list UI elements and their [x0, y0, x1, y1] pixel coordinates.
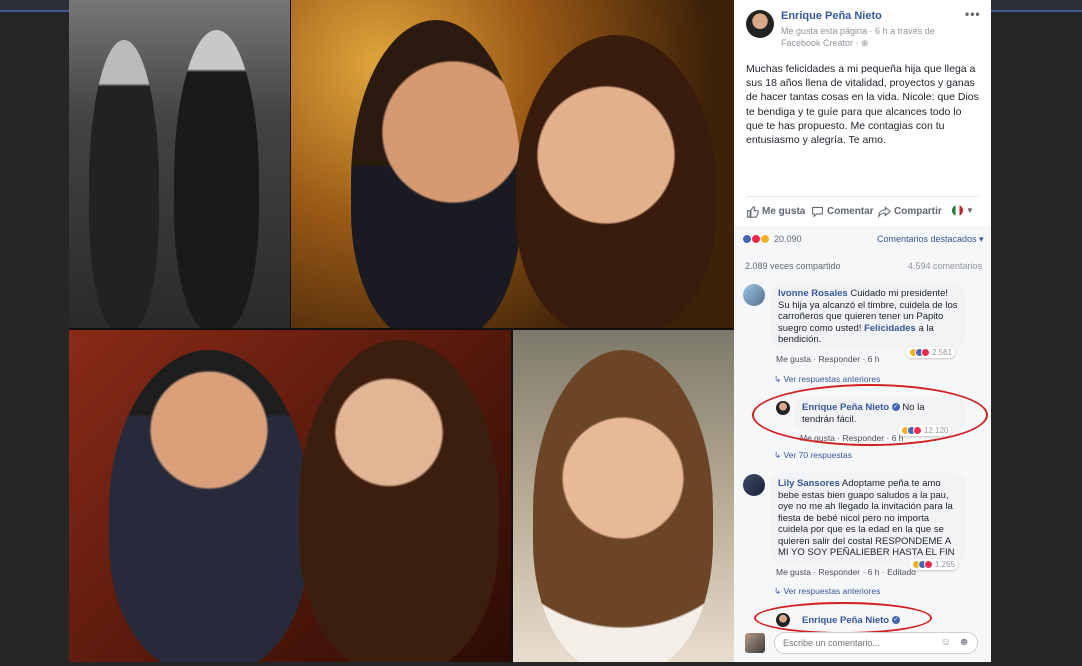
reactions-summary[interactable]: 20.090 — [742, 234, 802, 244]
page-name[interactable]: Enrique Peña Nieto — [781, 10, 882, 22]
comment-reply-link[interactable]: Responder — [819, 354, 861, 364]
comment-author[interactable]: Ivonne Rosales — [778, 288, 848, 299]
comment-meta: Me gusta · Responder · 6 h — [776, 354, 880, 364]
post-header: Enrique Peña Nieto Me gusta esta página … — [734, 0, 991, 52]
comments-count[interactable]: 4.594 comentarios — [908, 261, 982, 271]
comment-like-link[interactable]: Me gusta — [776, 354, 811, 364]
love-reaction-icon — [921, 348, 930, 357]
share-label: Compartir — [894, 206, 942, 217]
comment-time: 6 h — [867, 567, 880, 577]
chevron-down-icon: ▼ — [966, 206, 974, 215]
comment-reactions-count: 1.265 — [935, 560, 956, 569]
photo-daughter-portrait[interactable] — [513, 330, 734, 662]
view-previous-replies-label: Ver respuestas anteriores — [783, 586, 881, 596]
comment-like-link[interactable]: Me gusta — [776, 567, 811, 577]
ellipsis-icon[interactable]: ••• — [965, 7, 981, 21]
photo-collage[interactable] — [69, 0, 734, 662]
share-icon — [878, 206, 891, 218]
post-text: Muchas felicidades a mi pequeña hija que… — [746, 63, 979, 147]
post-meta-text[interactable]: Me gusta esta página · 6 h a través de F… — [781, 26, 935, 48]
red-circle-annotation — [752, 384, 988, 446]
post-panel: Enrique Peña Nieto Me gusta esta página … — [734, 0, 991, 662]
shares-count[interactable]: 2.089 veces compartido — [745, 261, 841, 271]
photo-black-white-couple-walking[interactable] — [69, 0, 290, 328]
comment-bubble: Lily Sansores Adoptame peña te amo bebe … — [770, 473, 966, 565]
comment-reactions[interactable]: 1.265 — [909, 559, 959, 570]
globe-icon: ⊕ — [861, 38, 869, 48]
comment-button[interactable]: Comentar — [811, 205, 874, 218]
comment-reactions[interactable]: 2.561 — [906, 347, 956, 358]
comment-edited[interactable]: Editado — [887, 567, 916, 577]
like-label: Me gusta — [762, 206, 806, 217]
commenter-avatar[interactable] — [743, 474, 765, 496]
post-meta: Me gusta esta página · 6 h a través de F… — [781, 25, 971, 49]
comment-hashtag[interactable]: Felicidades — [864, 323, 916, 334]
audience-selector[interactable]: ▼ — [952, 205, 974, 216]
reactions-count: 20.090 — [774, 234, 802, 244]
comment-text: Adoptame peña te amo bebe estas bien gua… — [778, 478, 955, 558]
share-button[interactable]: Compartir — [878, 205, 942, 218]
photo-father-kissing-daughter[interactable] — [291, 0, 734, 328]
comment-sort-dropdown[interactable]: Comentarios destacados ▾ — [877, 234, 984, 245]
sticker-icon[interactable]: ☻ — [958, 636, 970, 648]
comment-time: 6 h — [867, 354, 880, 364]
comment-bubble: Ivonne Rosales Cuidado mi presidente! Su… — [770, 283, 966, 349]
comment-meta: Me gusta · Responder · 6 h · Editado — [776, 567, 916, 577]
view-previous-replies[interactable]: ↳ Ver respuestas anteriores — [774, 586, 880, 597]
view-replies-label: Ver 70 respuestas — [783, 450, 852, 460]
comment-reactions-count: 2.561 — [932, 348, 953, 357]
page-flag-icon — [952, 205, 963, 216]
comments-area: 20.090 Comentarios destacados ▾ 2.089 ve… — [734, 226, 991, 662]
comment-composer: ☺ ☻ — [742, 630, 982, 656]
user-avatar[interactable] — [745, 633, 765, 653]
composer-icons: ☺ ☻ — [940, 636, 970, 648]
view-previous-replies-label: Ver respuestas anteriores — [783, 374, 881, 384]
emoji-icon[interactable]: ☺ — [940, 636, 951, 648]
page-avatar[interactable] — [746, 10, 774, 38]
comment-icon — [812, 206, 823, 218]
haha-reaction-icon — [760, 234, 770, 244]
comment-label: Comentar — [827, 206, 874, 217]
comment-author[interactable]: Lily Sansores — [778, 478, 840, 489]
commenter-avatar[interactable] — [743, 284, 765, 306]
action-bar: Me gusta Comentar Compartir ▼ — [746, 196, 979, 226]
love-reaction-icon — [924, 560, 933, 569]
thumbs-up-icon — [747, 206, 759, 218]
comment-reply-link[interactable]: Responder — [819, 567, 861, 577]
view-replies[interactable]: ↳ Ver 70 respuestas — [774, 450, 852, 461]
photo-father-and-daughter-smiling[interactable] — [69, 330, 511, 662]
like-button[interactable]: Me gusta — [746, 205, 805, 218]
